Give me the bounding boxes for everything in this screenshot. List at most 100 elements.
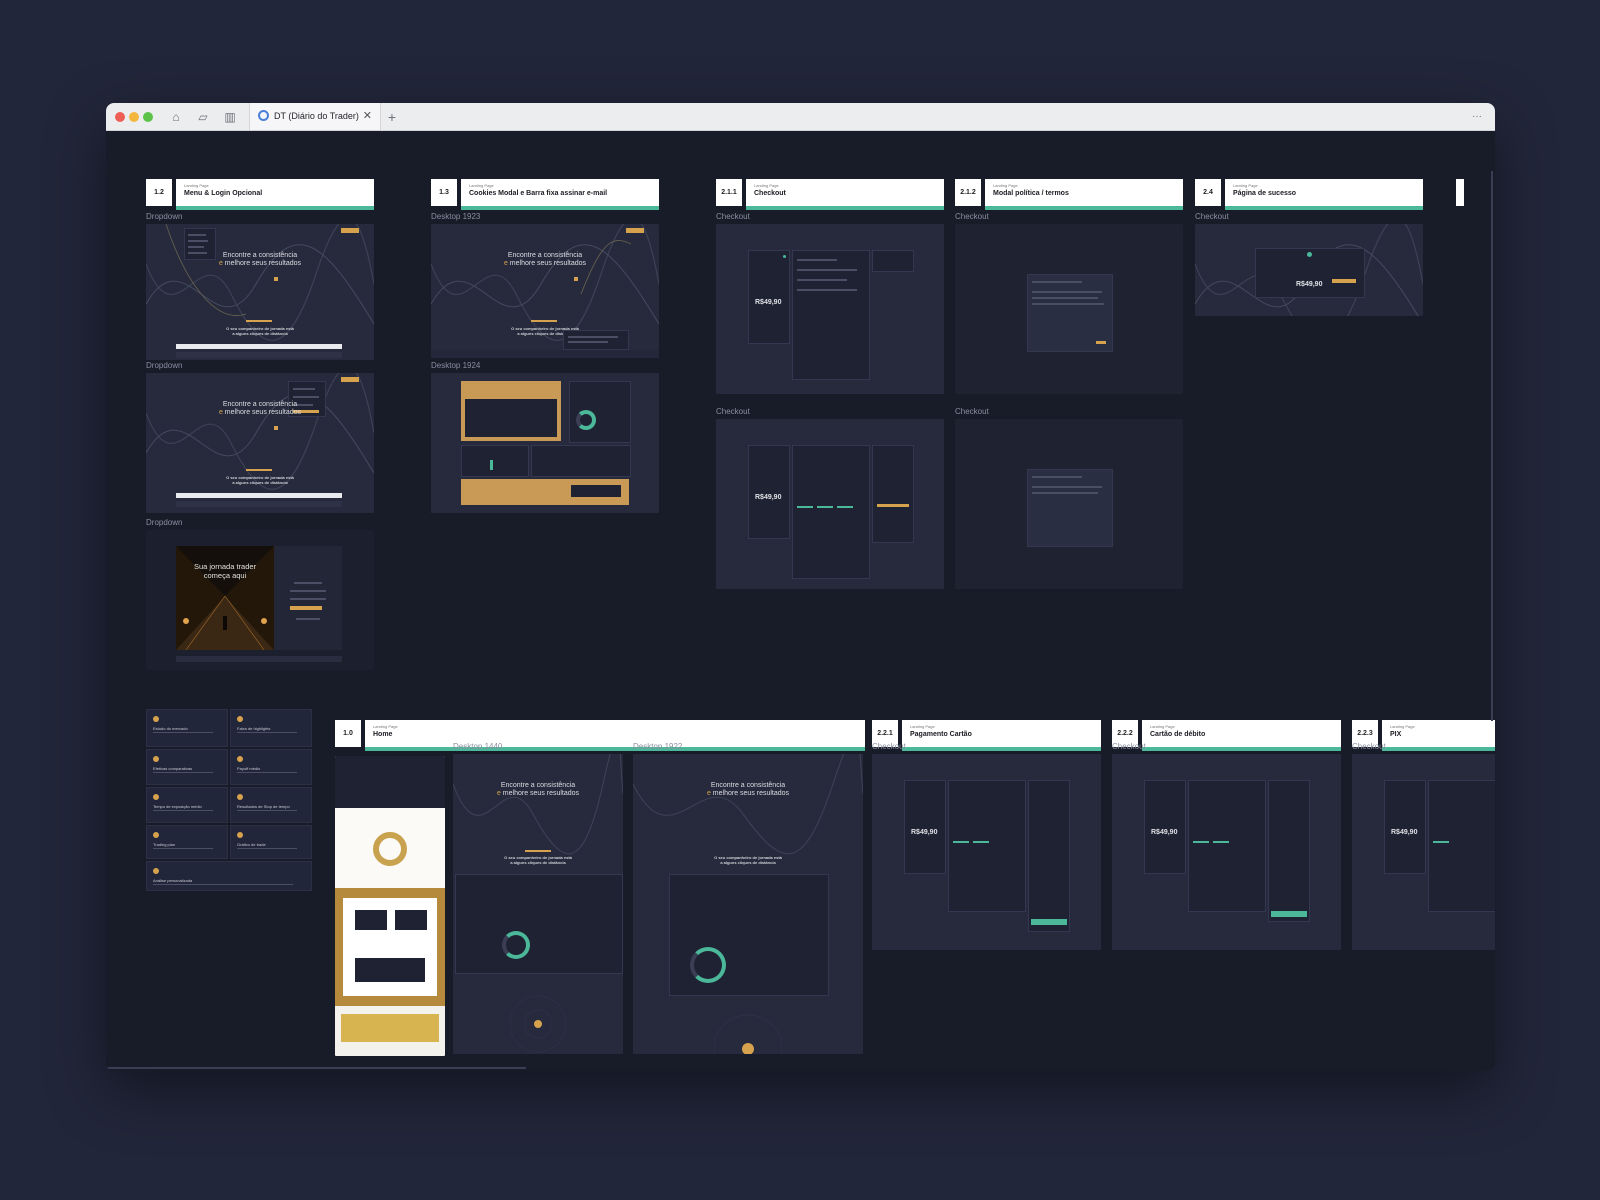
frame-pix[interactable]: R$49,90	[1352, 754, 1495, 950]
section-subtitle: Landing Page	[1233, 183, 1258, 188]
cta-button[interactable]	[341, 377, 359, 382]
wave-chart-bg	[146, 224, 374, 341]
hero-title: Encontre a consistência e melhore seus re…	[706, 782, 790, 797]
frame-modal-policy-1[interactable]	[955, 224, 1183, 394]
app-dashboard	[455, 874, 623, 974]
more-menu-button[interactable]: ···	[1467, 109, 1487, 125]
section-number: 2.1.2	[955, 179, 981, 206]
frame-label: Checkout	[716, 212, 750, 221]
section-title: Cookies Modal e Barra fixa assinar e-mai…	[469, 190, 608, 197]
new-tab-button[interactable]: +	[384, 109, 400, 125]
cookies-modal[interactable]	[563, 330, 629, 350]
plan-card[interactable]: R$49,90	[1144, 780, 1186, 874]
email-bar[interactable]	[176, 493, 342, 498]
close-window-button[interactable]	[115, 112, 125, 122]
hero-title: Encontre a consistência e melhore seus re…	[218, 401, 302, 416]
section-title: PIX	[1390, 731, 1402, 738]
policy-modal[interactable]	[1027, 469, 1113, 547]
section-title: Cartão de débito	[1150, 731, 1206, 738]
zoom-window-button[interactable]	[143, 112, 153, 122]
frame-label: Checkout	[1112, 742, 1146, 751]
feature-card: Payoff médio	[230, 749, 312, 785]
frame-debit-card[interactable]: R$49,90	[1112, 754, 1341, 950]
cta-banner[interactable]	[461, 479, 629, 505]
plan-card[interactable]: R$49,90	[748, 250, 790, 344]
summary-card	[1028, 780, 1070, 932]
frame-checkout-1[interactable]: R$49,90	[716, 224, 944, 394]
minimize-window-button[interactable]	[129, 112, 139, 122]
login-form-panel[interactable]	[274, 546, 342, 650]
section-header-2-2-1[interactable]: 2.2.1 Landing Page Pagamento Cartão	[872, 720, 1101, 751]
feature-card: Resultados de Stop de tempo	[230, 787, 312, 823]
subscribe-bar[interactable]	[431, 350, 659, 358]
frame-label: Checkout	[1352, 742, 1386, 751]
tab-title: DT (Diário do Trader)	[274, 111, 359, 121]
section-number: 2.1.1	[716, 179, 742, 206]
canvas-horizontal-scrollbar[interactable]	[106, 1067, 526, 1069]
frame-dropdown-2[interactable]: Encontre a consistência e melhore seus re…	[146, 373, 374, 513]
home-icon[interactable]: ⌂	[168, 109, 184, 125]
section-header-1-3[interactable]: 1.3 Landing Page Cookies Modal e Barra fi…	[431, 179, 659, 210]
checkout-form[interactable]	[792, 445, 870, 579]
section-title: Menu & Login Opcional	[184, 190, 263, 197]
success-button[interactable]	[1332, 279, 1356, 283]
checkout-form[interactable]	[1188, 780, 1266, 912]
cta-button[interactable]	[626, 228, 644, 233]
frame-modal-policy-2[interactable]	[955, 419, 1183, 589]
plan-card[interactable]: R$49,90	[1384, 780, 1426, 874]
gold-line	[531, 320, 557, 322]
checkout-form[interactable]	[792, 250, 870, 380]
frame-desktop-1922[interactable]: Encontre a consistência e melhore seus re…	[633, 754, 863, 1054]
plan-card[interactable]: R$49,90	[904, 780, 946, 874]
donut-chart	[576, 410, 596, 430]
companion-text: O seu companheiro de jornada está a algun…	[504, 855, 572, 865]
plan-card[interactable]: R$49,90	[748, 445, 790, 539]
pay-button[interactable]	[1271, 911, 1307, 917]
frame-dropdown-login[interactable]: Sua jornada trader começa aqui	[146, 530, 374, 670]
section-header-2-1-2[interactable]: 2.1.2 Landing Page Modal política / termo…	[955, 179, 1183, 210]
book-icon[interactable]: ▥	[222, 109, 238, 125]
frame-checkout-2[interactable]: R$49,90	[716, 419, 944, 589]
frame-success[interactable]: R$49,90	[1195, 224, 1423, 316]
login-button[interactable]	[290, 606, 322, 610]
checkout-form[interactable]	[1428, 780, 1495, 912]
pay-button[interactable]	[1031, 919, 1067, 925]
frame-mobile-home[interactable]	[335, 756, 445, 1056]
canvas-scrollbar[interactable]	[1491, 171, 1493, 721]
section-header-1-2[interactable]: 1.2 Landing Page Menu & Login Opcional	[146, 179, 374, 210]
section-header-cut[interactable]	[1456, 179, 1476, 209]
wave-chart-bg	[146, 373, 374, 490]
feature-card: Efetivas comparativas	[146, 749, 228, 785]
section-header-2-4[interactable]: 2.4 Landing Page Página de sucesso	[1195, 179, 1423, 210]
section-subtitle: Landing Page	[373, 724, 398, 729]
section-title: Checkout	[754, 190, 786, 197]
section-header-2-2-2[interactable]: 2.2.2 Landing Page Cartão de débito	[1112, 720, 1341, 751]
gold-marker	[274, 426, 278, 430]
close-tab-icon[interactable]: ✕	[363, 109, 372, 122]
frame-desktop-1923[interactable]: Encontre a consistência e melhore seus re…	[431, 224, 659, 358]
email-bar[interactable]	[176, 344, 342, 349]
hero-title: Encontre a consistência e melhore seus re…	[496, 782, 580, 797]
summary-card	[1268, 780, 1310, 922]
section-header-1-0[interactable]: 1.0 Landing Page Home	[335, 720, 865, 751]
feature-card: Estudo do mercado	[146, 709, 228, 747]
section-number: 1.2	[146, 179, 172, 206]
app-toolbar	[176, 352, 342, 358]
checkout-form[interactable]	[948, 780, 1026, 912]
design-canvas[interactable]: 1.2 Landing Page Menu & Login Opcional 1.…	[106, 131, 1495, 1071]
policy-modal[interactable]	[1027, 274, 1113, 352]
frame-label: Desktop 1923	[431, 212, 481, 221]
success-modal[interactable]: R$49,90	[1255, 248, 1365, 298]
frame-dropdown-1[interactable]: Encontre a consistência e melhore seus re…	[146, 224, 374, 360]
sticky-note-icon[interactable]: ▱	[195, 109, 211, 125]
frame-payment-card[interactable]: R$49,90	[872, 754, 1101, 950]
plan-price: R$49,90	[1391, 829, 1418, 836]
companion-text: O seu companheiro de jornada está a algun…	[226, 475, 294, 485]
cta-button[interactable]	[341, 228, 359, 233]
gold-line	[525, 850, 551, 852]
frame-desktop-1440[interactable]: Encontre a consistência e melhore seus re…	[453, 754, 623, 1054]
section-header-2-1-1[interactable]: 2.1.1 Landing Page Checkout	[716, 179, 944, 210]
plan-price: R$49,90	[911, 829, 938, 836]
frame-desktop-1924[interactable]	[431, 373, 659, 513]
tab-dt-diario[interactable]: DT (Diário do Trader) ✕	[249, 103, 381, 130]
